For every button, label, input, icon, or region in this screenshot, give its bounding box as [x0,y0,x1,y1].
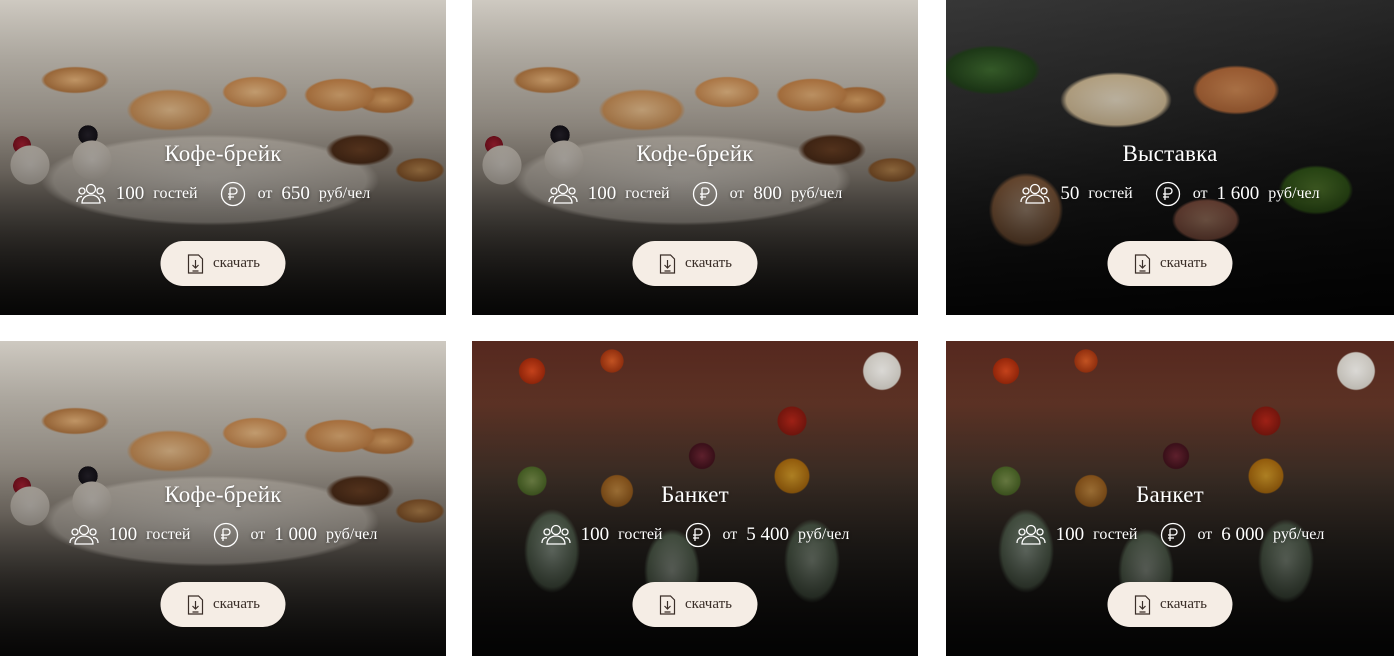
guests-info: 100 гостей [76,182,198,206]
download-button-label: скачать [685,596,732,612]
price-unit: руб/чел [790,185,843,202]
offer-meta: 100 гостей от 800 руб/чел [472,181,918,207]
download-file-icon [1133,253,1151,274]
offer-title: Банкет [1136,482,1204,507]
offer-card: Кофе-брейк 100 гостей от 1 000 руб/чел с… [0,341,446,656]
guests-count: 50 [1060,183,1080,204]
download-button-label: скачать [1160,255,1207,271]
price-info: от 800 руб/чел [692,181,843,207]
download-file-icon [1133,594,1151,615]
offer-title: Банкет [661,482,729,507]
ruble-icon [1160,522,1186,548]
guests-label: гостей [1088,185,1133,202]
catering-offers-grid: Кофе-брейк 100 гостей от 650 руб/чел ска… [0,0,1394,656]
download-file-icon [186,253,204,274]
offer-card-content: Кофе-брейк 100 гостей от 650 руб/чел ска… [0,0,446,315]
ruble-icon [685,522,711,548]
ruble-icon [692,181,718,207]
offer-card-content: Кофе-брейк 100 гостей от 1 000 руб/чел с… [0,341,446,656]
price-info: от 6 000 руб/чел [1160,522,1325,548]
people-icon [69,523,99,547]
offer-meta: 100 гостей от 5 400 руб/чел [472,522,918,548]
download-button[interactable]: скачать [1107,241,1233,286]
offer-card: Банкет 100 гостей от 5 400 руб/чел скача… [472,341,918,656]
download-button-label: скачать [213,596,260,612]
people-icon [1020,182,1051,206]
download-button[interactable]: скачать [1107,582,1233,627]
offer-title: Кофе-брейк [636,141,754,166]
offer-card-content: Кофе-брейк 100 гостей от 800 руб/чел ска… [472,0,918,315]
download-file-icon [658,253,676,274]
people-icon [1016,523,1046,547]
ruble-icon [1155,181,1181,207]
guests-count: 100 [115,183,145,204]
ruble-icon [213,522,239,548]
price-prefix: от [722,526,738,543]
download-button[interactable]: скачать [632,241,758,286]
guests-label: гостей [1093,526,1138,543]
price-value: 1 000 [274,524,318,545]
offer-card-content: Выставка 50 гостей от 1 600 руб/чел скач… [946,0,1394,315]
price-value: 650 [281,183,310,204]
price-value: 1 600 [1216,183,1260,204]
guests-label: гостей [146,526,191,543]
download-button-label: скачать [685,255,732,271]
guests-count: 100 [587,183,617,204]
download-button[interactable]: скачать [160,582,286,627]
price-info: от 650 руб/чел [220,181,371,207]
guests-label: гостей [153,185,198,202]
offer-card: Выставка 50 гостей от 1 600 руб/чел скач… [946,0,1394,315]
download-file-icon [658,594,676,615]
offer-title: Кофе-брейк [164,482,282,507]
price-value: 5 400 [746,524,790,545]
download-button[interactable]: скачать [160,241,286,286]
price-prefix: от [729,185,745,202]
guests-count: 100 [108,524,138,545]
people-icon [548,182,578,206]
guests-label: гостей [625,185,670,202]
offer-meta: 100 гостей от 6 000 руб/чел [946,522,1394,548]
price-prefix: от [250,526,266,543]
price-unit: руб/чел [318,185,371,202]
download-button-label: скачать [1160,596,1207,612]
download-button[interactable]: скачать [632,582,758,627]
offer-card: Кофе-брейк 100 гостей от 650 руб/чел ска… [0,0,446,315]
guests-info: 100 гостей [548,182,670,206]
offer-meta: 100 гостей от 1 000 руб/чел [0,522,446,548]
download-button-label: скачать [213,255,260,271]
price-info: от 1 600 руб/чел [1155,181,1320,207]
guests-info: 100 гостей [541,523,663,547]
price-prefix: от [257,185,273,202]
offer-card: Банкет 100 гостей от 6 000 руб/чел скача… [946,341,1394,656]
download-file-icon [186,594,204,615]
ruble-icon [220,181,246,207]
price-info: от 1 000 руб/чел [213,522,378,548]
price-prefix: от [1192,185,1208,202]
price-info: от 5 400 руб/чел [685,522,850,548]
price-unit: руб/чел [798,526,850,543]
offer-meta: 50 гостей от 1 600 руб/чел [946,181,1394,207]
offer-card: Кофе-брейк 100 гостей от 800 руб/чел ска… [472,0,918,315]
offer-meta: 100 гостей от 650 руб/чел [0,181,446,207]
price-unit: руб/чел [1273,526,1325,543]
guests-info: 50 гостей [1020,182,1133,206]
price-prefix: от [1197,526,1213,543]
price-value: 800 [753,183,782,204]
offer-title: Выставка [1122,141,1218,166]
price-unit: руб/чел [1268,185,1320,202]
price-value: 6 000 [1221,524,1265,545]
offer-card-content: Банкет 100 гостей от 6 000 руб/чел скача… [946,341,1394,656]
guests-count: 100 [1055,524,1085,545]
people-icon [76,182,106,206]
offer-title: Кофе-брейк [164,141,282,166]
guests-info: 100 гостей [1016,523,1138,547]
people-icon [541,523,571,547]
offer-card-content: Банкет 100 гостей от 5 400 руб/чел скача… [472,341,918,656]
guests-count: 100 [580,524,610,545]
guests-info: 100 гостей [69,523,191,547]
guests-label: гостей [618,526,663,543]
price-unit: руб/чел [326,526,378,543]
